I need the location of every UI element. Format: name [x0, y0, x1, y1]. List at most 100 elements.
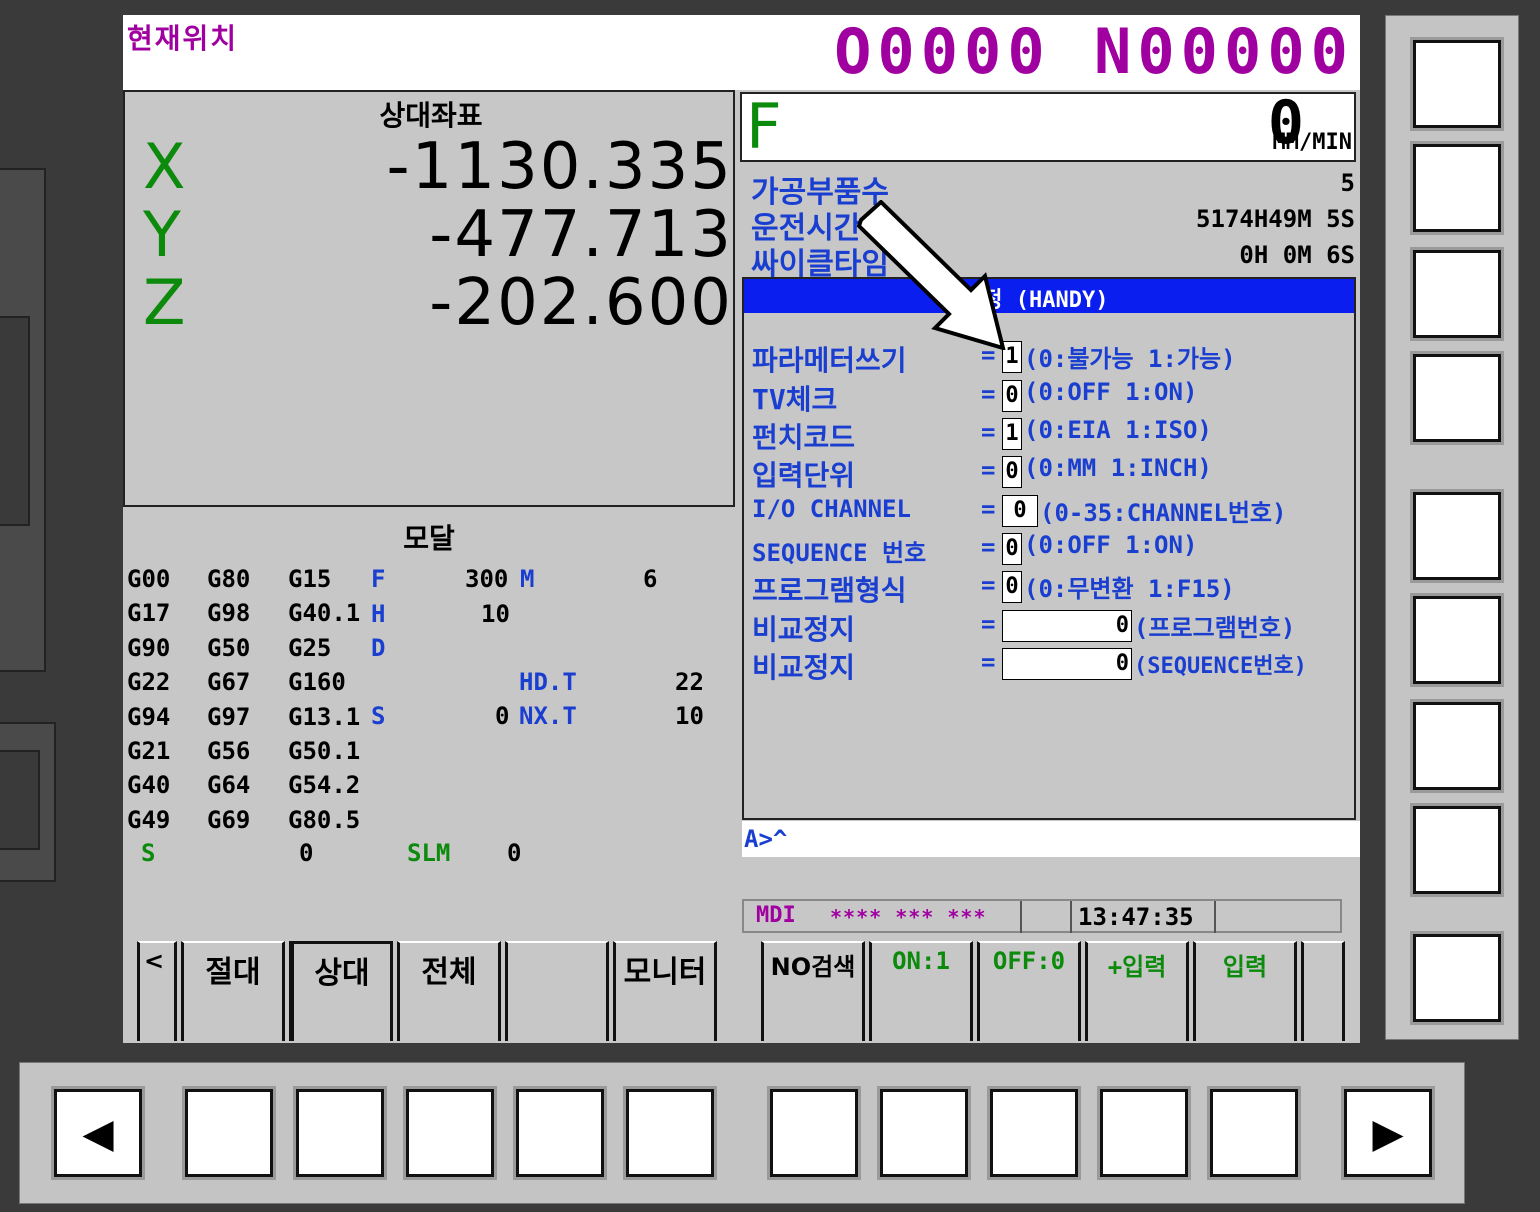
- vertical-softkey[interactable]: [1413, 492, 1501, 580]
- info-row-cycletime: 싸이클타임 0H 0M 6S: [751, 239, 1355, 282]
- setting-row[interactable]: TV체크 = 0 (0:OFF 1:ON): [752, 378, 1352, 416]
- next-page-button[interactable]: ▶: [1344, 1089, 1432, 1177]
- setting-row[interactable]: 펀치코드 = 1 (0:EIA 1:ISO): [752, 416, 1352, 454]
- modal-s-label: S: [371, 702, 386, 730]
- gcode-cell: G13.1: [288, 702, 361, 731]
- softkey-label: 상대: [314, 956, 370, 991]
- mode-indicator: MDI: [756, 903, 796, 928]
- screen-title: 현재위치: [127, 22, 239, 55]
- command-prompt: A>^: [744, 825, 788, 853]
- setting-value-field[interactable]: 0: [1002, 380, 1022, 412]
- softkey-label: 전체: [421, 955, 477, 990]
- setting-row[interactable]: 비교정지 = 0 (프로그램번호): [752, 608, 1352, 646]
- feed-label: F: [746, 90, 782, 163]
- softkey-empty[interactable]: [505, 941, 609, 1041]
- gcode-cell: G21: [127, 737, 171, 765]
- setting-value-field[interactable]: 1: [1002, 418, 1022, 450]
- setting-hint: (0:MM 1:INCH): [1024, 454, 1212, 482]
- modal-d-label: D: [371, 634, 386, 662]
- axis-row-z: Z -202.600: [143, 266, 733, 340]
- setting-value-field[interactable]: 0: [1002, 533, 1022, 565]
- setting-hint: (SEQUENCE번호): [1134, 654, 1307, 679]
- gcode-cell: G40: [127, 771, 171, 800]
- modal-slm-label: SLM: [407, 839, 451, 867]
- softkey-label: 모니터: [623, 955, 707, 990]
- bottom-softkey[interactable]: [990, 1089, 1078, 1177]
- setting-value-field[interactable]: 0: [1002, 610, 1132, 642]
- softkey-off[interactable]: OFF:0: [977, 941, 1081, 1041]
- bottom-softkey[interactable]: [516, 1089, 604, 1177]
- setting-value-field[interactable]: 0: [1002, 456, 1022, 488]
- status-divider: [1214, 901, 1216, 933]
- status-stars: **** *** ***: [830, 905, 987, 929]
- axis-value: -1130.335: [386, 130, 733, 204]
- gcode-cell: G40.1: [288, 599, 361, 628]
- vertical-softkey[interactable]: [1413, 596, 1501, 684]
- gcode-cell: G50: [207, 633, 251, 662]
- equals-sign: =: [981, 571, 996, 599]
- gcode-cell: G160: [288, 668, 346, 697]
- softkey-label: OFF:0: [992, 947, 1066, 975]
- vertical-softkey[interactable]: [1413, 354, 1501, 442]
- bottom-softkey[interactable]: [296, 1089, 384, 1177]
- softkey-label: +입력: [1107, 953, 1167, 981]
- feed-unit: MM/MIN: [1272, 130, 1352, 155]
- setting-row[interactable]: 비교정지 = 0 (SEQUENCE번호): [752, 646, 1352, 684]
- modal-h-label: H: [371, 600, 386, 628]
- setting-value-field[interactable]: 0: [1002, 495, 1038, 527]
- right-arrow-icon: ▶: [1372, 1103, 1404, 1163]
- bottom-softkey[interactable]: [880, 1089, 968, 1177]
- modal-f-label: F: [371, 565, 386, 593]
- softkey-relative[interactable]: 상대: [289, 941, 393, 1041]
- setting-row[interactable]: SEQUENCE 번호 = 0 (0:OFF 1:ON): [752, 531, 1352, 567]
- setting-row[interactable]: 프로그램형식 = 0 (0:무변환 1:F15): [752, 569, 1352, 607]
- softkey-absolute[interactable]: 절대: [181, 941, 285, 1041]
- bottom-softkey[interactable]: [626, 1089, 714, 1177]
- bottom-softkey[interactable]: [406, 1089, 494, 1177]
- modal-hdt-value: 22: [675, 668, 704, 696]
- gcode-cell: G54.2: [288, 771, 361, 800]
- bottom-softkey[interactable]: [770, 1089, 858, 1177]
- vertical-softkey[interactable]: [1413, 144, 1501, 232]
- setting-hint: (0:불가능 1:가능): [1024, 345, 1236, 373]
- info-value: 5: [1340, 169, 1355, 197]
- softkey-next[interactable]: [1301, 941, 1345, 1041]
- setting-row[interactable]: I/O CHANNEL = 0 (0-35:CHANNEL번호): [752, 493, 1352, 529]
- softkey-monitor[interactable]: 모니터: [613, 941, 717, 1041]
- gcode-cell: G80.5: [288, 805, 361, 834]
- clock: 13:47:35: [1078, 903, 1194, 931]
- softkey-all[interactable]: 전체: [397, 941, 501, 1041]
- status-divider: [1020, 901, 1022, 933]
- axis-label: Z: [143, 266, 186, 339]
- setting-label: 비교정지: [752, 651, 856, 684]
- setting-row[interactable]: 파라메터쓰기 = 1 (0:불가능 1:가능): [752, 339, 1352, 377]
- softkey-no-search[interactable]: NO검색: [761, 941, 865, 1041]
- vertical-softkey[interactable]: [1413, 250, 1501, 338]
- softkey-prev[interactable]: <: [137, 941, 177, 1041]
- vertical-softkey[interactable]: [1413, 40, 1501, 128]
- info-value: 0H 0M 6S: [1239, 241, 1355, 269]
- setting-label: I/O CHANNEL: [752, 495, 911, 523]
- softkey-input[interactable]: 입력: [1193, 941, 1297, 1041]
- info-row-parts: 가공부품수 5: [751, 167, 1355, 210]
- softkey-plus-input[interactable]: +입력: [1085, 941, 1189, 1041]
- setting-label: TV체크: [752, 383, 838, 416]
- setting-row[interactable]: 입력단위 = 0 (0:MM 1:INCH): [752, 454, 1352, 492]
- setting-label: 프로그램형식: [752, 574, 907, 607]
- vertical-softkey[interactable]: [1413, 934, 1501, 1022]
- modal-f-value: 300: [465, 565, 509, 593]
- program-number: O0000 N00000: [834, 15, 1354, 88]
- bottom-softkey[interactable]: [185, 1089, 273, 1177]
- softkey-label: 입력: [1222, 953, 1268, 981]
- command-line[interactable]: A>^: [742, 821, 1360, 857]
- vertical-softkey[interactable]: [1413, 702, 1501, 790]
- bottom-softkey[interactable]: [1210, 1089, 1298, 1177]
- vertical-softkey[interactable]: [1413, 806, 1501, 894]
- setting-value-field[interactable]: 0: [1002, 648, 1132, 680]
- gcode-cell: G56: [207, 737, 251, 765]
- setting-value-field[interactable]: 0: [1002, 571, 1022, 603]
- softkey-on[interactable]: ON:1: [869, 941, 973, 1041]
- prev-page-button[interactable]: ◀: [54, 1089, 142, 1177]
- bottom-softkey[interactable]: [1100, 1089, 1188, 1177]
- modal-s2-value: 0: [299, 839, 314, 867]
